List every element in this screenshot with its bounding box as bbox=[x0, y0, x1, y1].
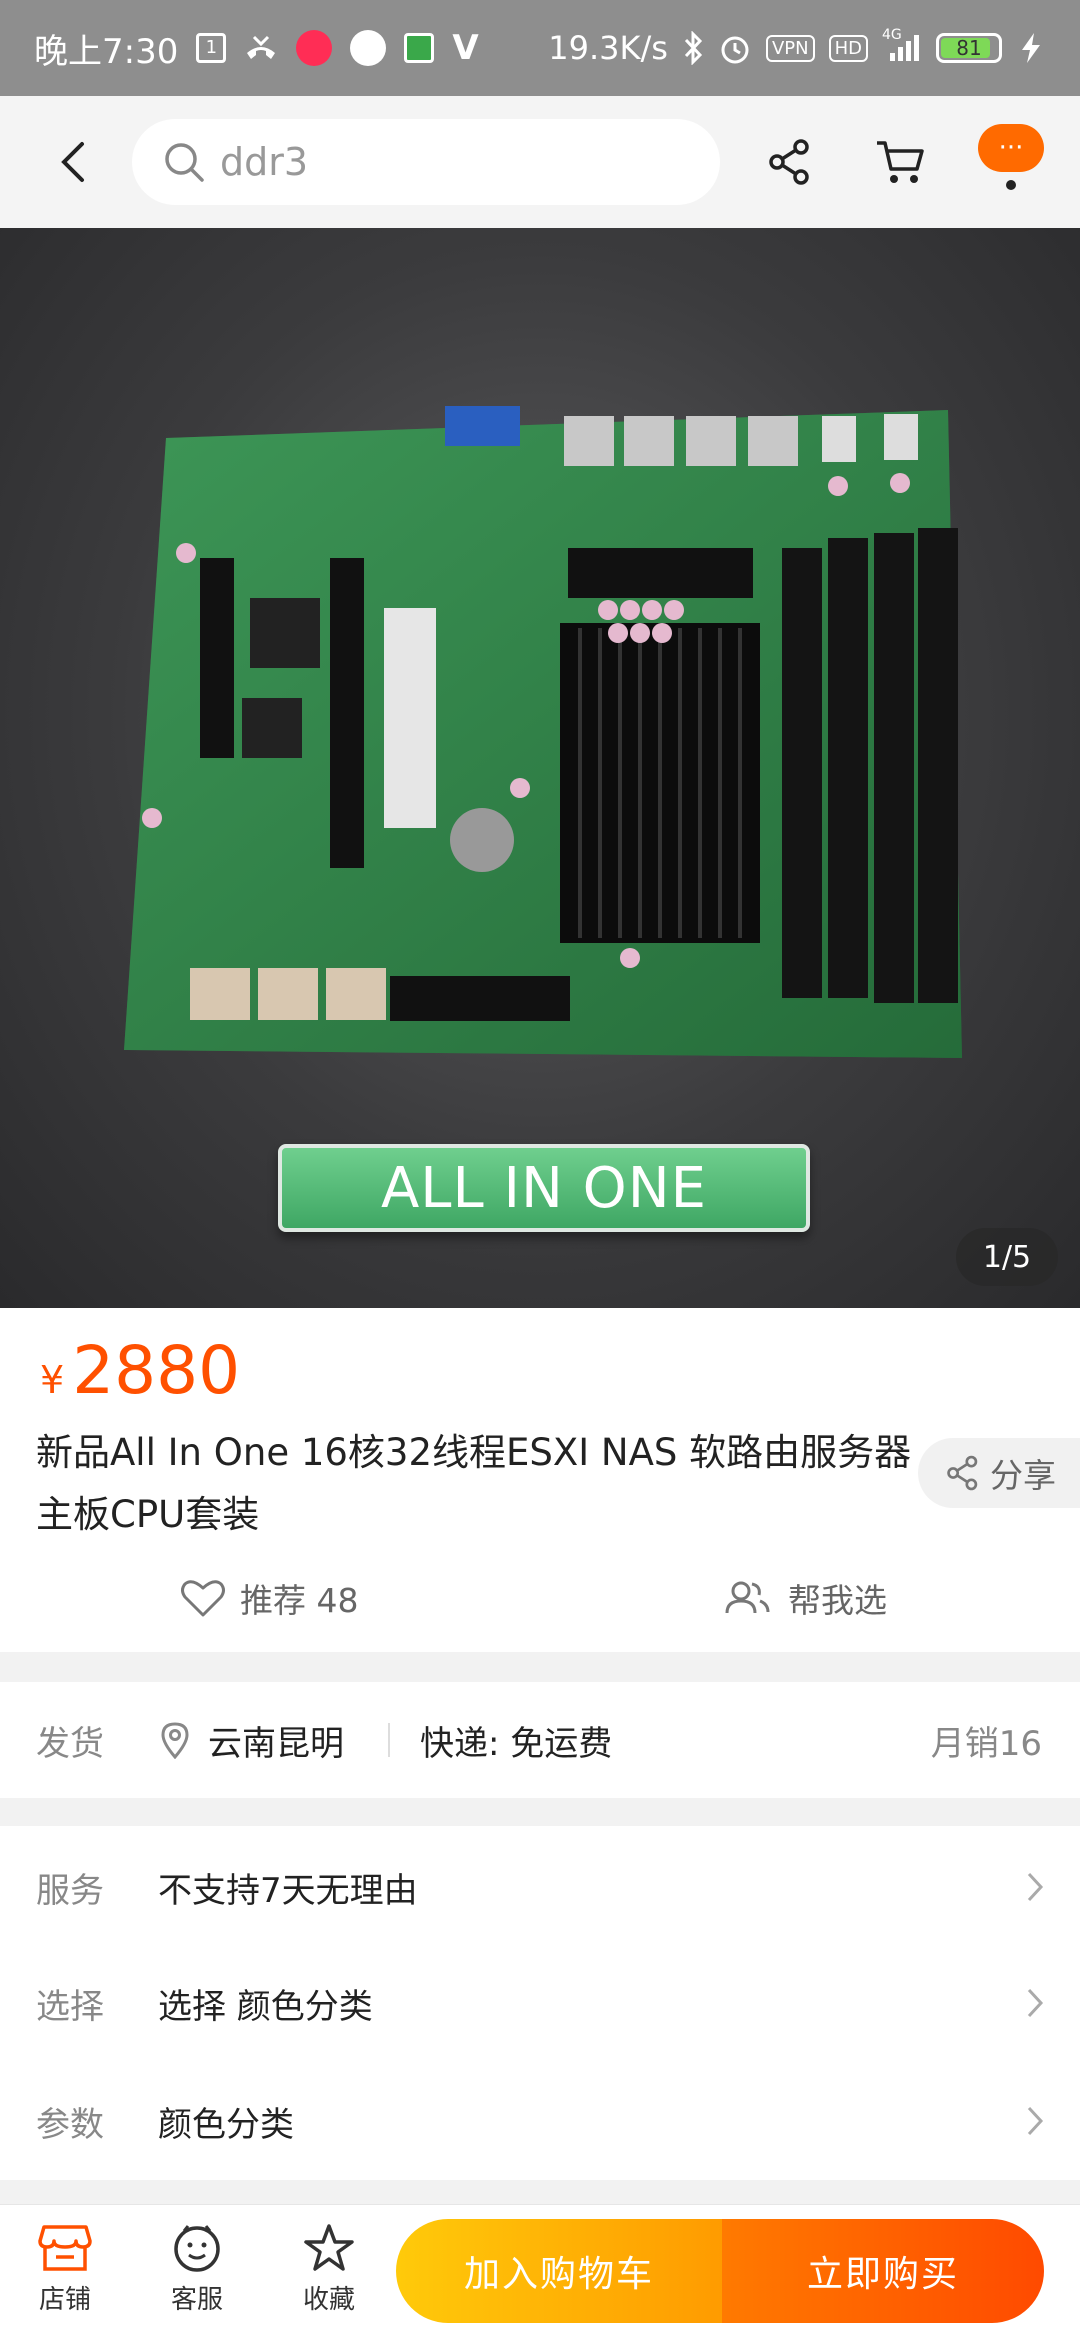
price-value: 2880 bbox=[72, 1332, 241, 1409]
share-icon bbox=[947, 1455, 978, 1491]
browser-app-icon bbox=[350, 30, 387, 66]
shipping-row[interactable]: 发货 云南昆明 快递: 免运费 月销16 bbox=[0, 1682, 1080, 1798]
search-input[interactable] bbox=[220, 140, 680, 184]
customer-service-tab[interactable]: 客服 bbox=[152, 2223, 242, 2316]
search-bar[interactable] bbox=[132, 119, 720, 205]
express-fee: 快递: 免运费 bbox=[420, 1723, 613, 1764]
recommend-button[interactable]: 推荐 48 bbox=[180, 1574, 358, 1622]
customer-service-icon bbox=[174, 2225, 220, 2272]
share-pill-button[interactable]: 分享 bbox=[918, 1438, 1080, 1508]
add-to-cart-button[interactable]: 加入购物车 bbox=[396, 2219, 722, 2323]
charging-icon bbox=[1016, 31, 1046, 65]
params-value: 颜色分类 bbox=[158, 2104, 294, 2145]
hd-badge: HD bbox=[828, 34, 868, 62]
store-tab[interactable]: 店铺 bbox=[20, 2223, 110, 2316]
product-title: 新品All In One 16核32线程ESXI NAS 软路由服务器主板CPU… bbox=[36, 1431, 912, 1536]
location-text: 云南昆明 bbox=[208, 1723, 344, 1764]
divider bbox=[388, 1723, 390, 1757]
params-row[interactable]: 参数 颜色分类 bbox=[0, 2066, 1080, 2176]
select-value: 选择 颜色分类 bbox=[158, 1986, 373, 2027]
vpn-badge: VPN bbox=[765, 34, 815, 62]
net-speed: 19.3K/s bbox=[548, 29, 668, 67]
share-button[interactable] bbox=[758, 130, 822, 194]
product-image[interactable]: ALL IN ONE 1/5 bbox=[0, 228, 1080, 1308]
bluetooth-icon bbox=[682, 31, 704, 65]
service-row[interactable]: 服务 不支持7天无理由 bbox=[0, 1832, 1080, 1942]
star-icon bbox=[304, 2224, 354, 2271]
chevron-right-icon bbox=[1027, 1988, 1044, 2018]
notification-dot bbox=[1006, 180, 1016, 190]
select-label: 选择 bbox=[36, 1986, 104, 2027]
share-icon bbox=[769, 139, 809, 185]
select-option-row[interactable]: 选择 选择 颜色分类 bbox=[0, 1948, 1080, 2058]
params-label: 参数 bbox=[36, 2104, 104, 2145]
game-app-icon bbox=[404, 33, 435, 63]
help-choose-button[interactable]: 帮我选 bbox=[724, 1574, 887, 1622]
signal-icon: 4G bbox=[882, 27, 922, 63]
service-card: 服务 不支持7天无理由 选择 选择 颜色分类 参数 颜色分类 bbox=[0, 1826, 1080, 2180]
price: ¥ 2880 bbox=[40, 1332, 240, 1409]
sim-icon: 1 bbox=[196, 33, 227, 63]
battery-icon: 81 bbox=[936, 33, 1002, 63]
missed-call-icon bbox=[244, 33, 278, 63]
recommend-label: 推荐 48 bbox=[240, 1581, 359, 1620]
customer-service-label: 客服 bbox=[170, 2285, 223, 2315]
help-choose-label: 帮我选 bbox=[788, 1581, 887, 1620]
buy-now-button[interactable]: 立即购买 bbox=[722, 2219, 1044, 2323]
shipping-label: 发货 bbox=[36, 1723, 104, 1764]
people-icon bbox=[725, 1581, 770, 1614]
heart-icon bbox=[181, 1580, 225, 1617]
store-label: 店铺 bbox=[38, 2285, 91, 2315]
back-button[interactable] bbox=[38, 127, 108, 197]
alarm-icon bbox=[718, 31, 752, 65]
top-nav: ··· bbox=[0, 96, 1080, 228]
monthly-sales: 月销16 bbox=[930, 1723, 1042, 1764]
chevron-right-icon bbox=[1027, 1872, 1044, 1902]
store-icon bbox=[38, 2225, 92, 2271]
search-icon bbox=[165, 143, 204, 182]
service-value: 不支持7天无理由 bbox=[158, 1870, 418, 1911]
v-app-icon: V bbox=[452, 28, 479, 68]
video-app-icon bbox=[296, 30, 333, 66]
favorite-tab[interactable]: 收藏 bbox=[284, 2223, 374, 2316]
status-bar: 晚上7:30 1 V 19.3K/s VPN HD 4G 81 bbox=[0, 0, 1080, 96]
bottom-action-bar: 店铺 客服 收藏 加入购物车 立即购买 bbox=[0, 2204, 1080, 2340]
product-info-card: ¥ 2880 新品All In One 16核32线程ESXI NAS 软路由服… bbox=[0, 1308, 1080, 1652]
favorite-label: 收藏 bbox=[302, 2285, 355, 2315]
service-label: 服务 bbox=[36, 1870, 104, 1911]
chevron-right-icon bbox=[1027, 2106, 1044, 2136]
location-pin-icon bbox=[161, 1722, 189, 1759]
shipping-location: 云南昆明 bbox=[160, 1716, 344, 1765]
all-in-one-banner: ALL IN ONE bbox=[278, 1144, 810, 1232]
share-label: 分享 bbox=[990, 1456, 1056, 1495]
cart-button[interactable] bbox=[868, 130, 932, 194]
cart-icon bbox=[877, 141, 924, 183]
more-button[interactable]: ··· bbox=[978, 124, 1044, 172]
currency-symbol: ¥ bbox=[40, 1358, 65, 1402]
image-counter: 1/5 bbox=[956, 1228, 1058, 1286]
status-time: 晚上7:30 bbox=[34, 31, 179, 72]
back-arrow-icon bbox=[61, 142, 84, 182]
